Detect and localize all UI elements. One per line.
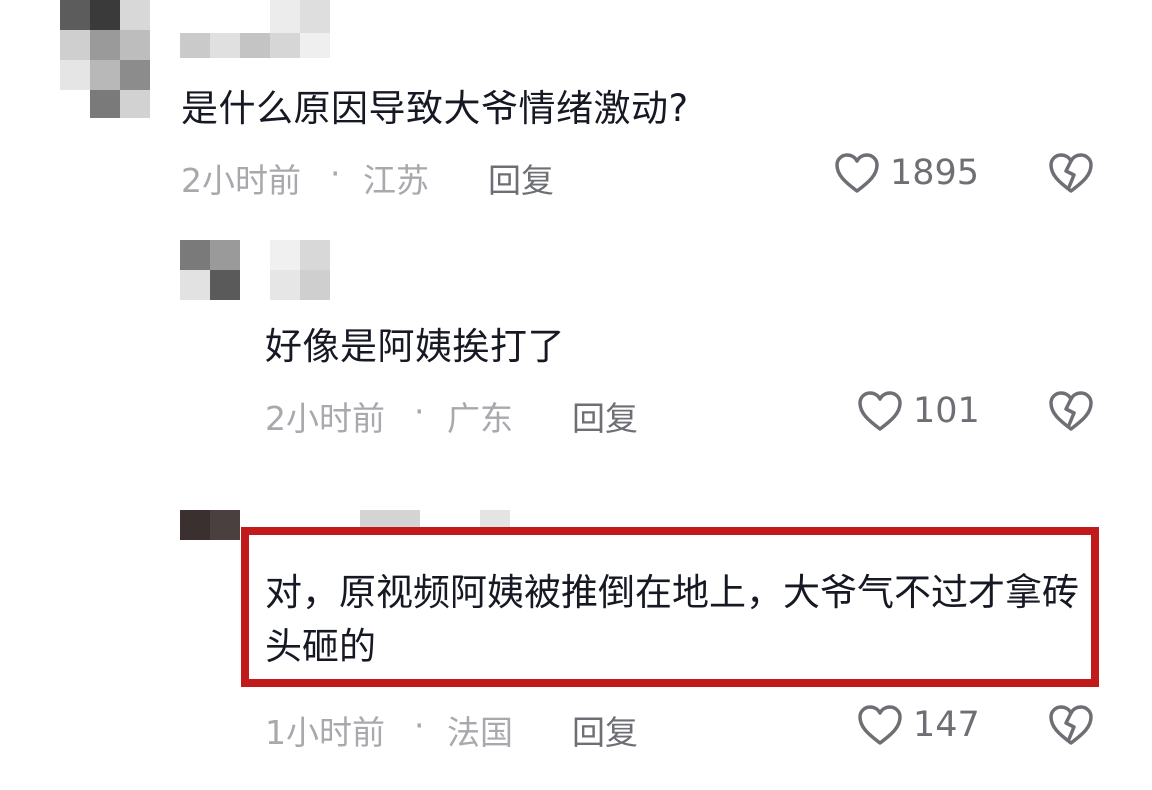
username[interactable]	[270, 240, 332, 300]
like-count: 147	[913, 705, 980, 745]
broken-heart-icon[interactable]	[1047, 703, 1095, 747]
avatar[interactable]	[180, 240, 242, 300]
broken-heart-icon[interactable]	[1047, 151, 1095, 195]
meta-separator: ·	[414, 392, 425, 431]
comment-time: 2小时前	[181, 161, 301, 200]
reply-button[interactable]: 回复	[572, 392, 638, 440]
meta-separator: ·	[330, 154, 341, 193]
comment-text: 好像是阿姨挨打了	[265, 325, 565, 368]
comment-text: 对，原视频阿姨被推倒在地上，大爷气不过才拿砖头砸的	[265, 571, 1079, 668]
reply-button[interactable]: 回复	[572, 706, 638, 754]
comment-location: 广东	[447, 399, 513, 438]
heart-outline-icon[interactable]	[856, 389, 904, 433]
like-count: 1895	[890, 153, 980, 193]
heart-outline-icon[interactable]	[856, 703, 904, 747]
comment-time: 1小时前	[265, 713, 385, 752]
like-count: 101	[913, 391, 980, 431]
avatar[interactable]	[50, 0, 155, 120]
comment-time: 2小时前	[265, 399, 385, 438]
reply-button[interactable]: 回复	[488, 154, 554, 202]
avatar[interactable]	[180, 510, 242, 540]
username[interactable]	[180, 0, 340, 62]
meta-separator: ·	[414, 706, 425, 745]
comment-location: 江苏	[363, 161, 429, 200]
broken-heart-icon[interactable]	[1047, 389, 1095, 433]
heart-outline-icon[interactable]	[833, 151, 881, 195]
comment-text: 是什么原因导致大爷情绪激动?	[181, 87, 689, 130]
comment-location: 法国	[447, 713, 513, 752]
